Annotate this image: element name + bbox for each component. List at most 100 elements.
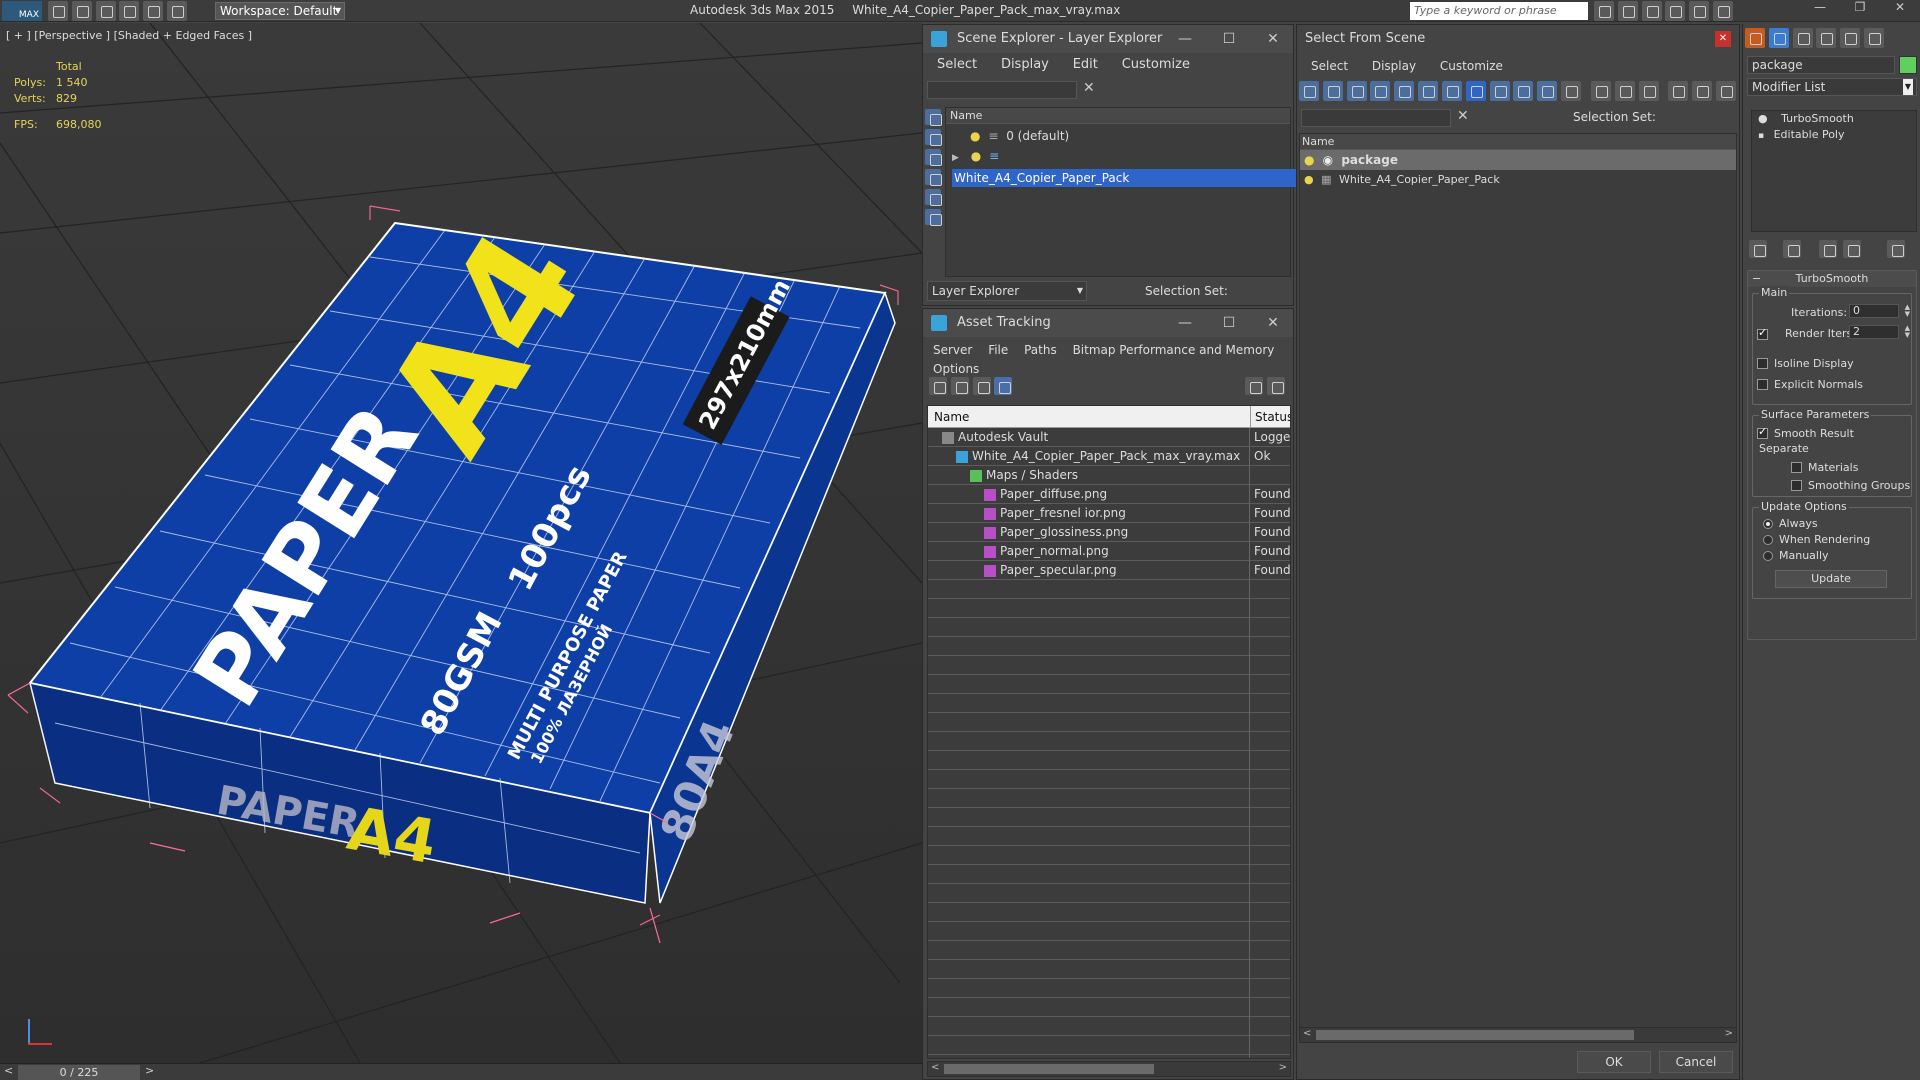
layer-row-default[interactable]: ● ≡ 0 (default)	[946, 126, 1290, 146]
scrollbar-thumb[interactable]	[1316, 1030, 1634, 1040]
asset-row[interactable]: Paper_fresnel ior.png Found	[928, 504, 1290, 523]
display-lights-icon[interactable]	[925, 169, 942, 186]
col-name-header[interactable]: Name	[928, 410, 969, 424]
name-column-header[interactable]: Name	[946, 108, 1290, 124]
always-radio[interactable]: Always	[1763, 516, 1818, 530]
menu-customize[interactable]: Customize	[1430, 55, 1513, 77]
time-slider[interactable]: < 0 / 225 >	[0, 1063, 922, 1080]
display-none-icon[interactable]	[925, 109, 942, 126]
select-horizontal-scrollbar[interactable]: < >	[1299, 1027, 1737, 1043]
favorites-star-icon[interactable]	[1665, 1, 1686, 21]
expand-arrow-icon[interactable]: ▶	[952, 153, 959, 163]
iterations-spinner[interactable]: 0 ▲ ▼	[1849, 304, 1910, 318]
manually-radio[interactable]: Manually	[1763, 548, 1829, 562]
workspace-dropdown[interactable]: Workspace: Default ▼	[215, 2, 345, 20]
remove-modifier-icon[interactable]	[1843, 240, 1861, 258]
filter-shapes-icon[interactable]	[1322, 81, 1343, 101]
restore-window-icon[interactable]: ❐	[1840, 0, 1880, 22]
render-iters-checkbox[interactable]	[1757, 326, 1774, 341]
hierarchy-icon[interactable]	[1692, 81, 1713, 101]
ok-button[interactable]: OK	[1577, 1051, 1651, 1073]
select-all-icon[interactable]	[1590, 81, 1611, 101]
list-view-icon[interactable]	[950, 377, 969, 395]
layer-row-paper-pack[interactable]: ▶ ● ≡ White_A4_Copier_Paper_Pack	[946, 146, 1310, 187]
minimize-icon[interactable]: —	[1163, 25, 1207, 53]
binoculars-icon[interactable]	[1594, 1, 1614, 21]
stack-item-turbosmooth[interactable]: ● TurboSmooth	[1752, 111, 1916, 127]
asset-horizontal-scrollbar[interactable]: < >	[927, 1061, 1291, 1077]
scroll-right-icon[interactable]: >	[1725, 1028, 1733, 1039]
filter-groups-icon[interactable]	[1441, 81, 1462, 101]
modify-tab-icon[interactable]	[1768, 28, 1789, 48]
scroll-left-icon[interactable]: <	[1303, 1028, 1311, 1039]
project-folder-icon[interactable]	[167, 1, 188, 21]
scrollbar-thumb[interactable]	[944, 1064, 1154, 1074]
utilities-tab-icon[interactable]	[1864, 28, 1885, 48]
menu-display[interactable]: Display	[1362, 55, 1426, 77]
refresh-icon[interactable]	[929, 377, 947, 395]
asset-row[interactable]: Paper_diffuse.png Found	[928, 485, 1290, 504]
subscription-icon[interactable]	[1617, 1, 1638, 21]
asset-row[interactable]: Paper_normal.png Found	[928, 542, 1290, 561]
clear-search-icon[interactable]: ✕	[1457, 108, 1469, 124]
asset-row[interactable]: White_A4_Copier_Paper_Pack_max_vray.max O…	[928, 447, 1290, 466]
next-frame-icon[interactable]: >	[145, 1064, 154, 1077]
menu-select[interactable]: Select	[927, 53, 987, 77]
menu-bitmap-performance[interactable]: Bitmap Performance and Memory	[1067, 341, 1281, 360]
clear-search-icon[interactable]: ✕	[1083, 80, 1095, 96]
scroll-right-icon[interactable]: >	[1279, 1062, 1287, 1073]
asset-row[interactable]: Paper_specular.png Found	[928, 561, 1290, 580]
app-logo[interactable]: MAX	[2, 1, 42, 21]
stack-item-editable-poly[interactable]: ▪ Editable Poly	[1752, 127, 1916, 143]
perspective-viewport[interactable]: A4 PAPER 297x210mm 100pcs 80GSM MULTI PU…	[0, 23, 922, 1063]
create-tab-icon[interactable]	[1745, 28, 1765, 48]
undo-icon[interactable]	[119, 1, 140, 21]
redo-icon[interactable]	[143, 1, 164, 21]
asset-row[interactable]: Autodesk Vault Logged	[928, 428, 1290, 447]
filter-cameras-icon[interactable]	[1370, 81, 1391, 101]
menu-edit[interactable]: Edit	[1063, 53, 1108, 77]
light-bulb-icon[interactable]: ●	[1304, 153, 1314, 167]
display-tab-icon[interactable]	[1840, 28, 1861, 48]
scene-row-package[interactable]: ● ◉ package	[1300, 150, 1736, 170]
rollout-header[interactable]: − TurboSmooth	[1748, 271, 1916, 287]
display-helpers-icon[interactable]	[925, 209, 942, 226]
menu-file[interactable]: File	[982, 341, 1014, 360]
filter-xrefs-icon[interactable]	[1465, 81, 1486, 101]
modifier-bulb-icon[interactable]: ●	[1758, 112, 1768, 125]
light-bulb-icon[interactable]: ●	[1304, 173, 1314, 186]
menu-server[interactable]: Server	[927, 341, 978, 360]
explicit-normals-checkbox[interactable]: Explicit Normals	[1757, 377, 1863, 391]
expand-plus-icon[interactable]: ▪	[1758, 131, 1764, 141]
materials-checkbox[interactable]: Materials	[1791, 460, 1858, 474]
table-view-icon[interactable]	[994, 377, 1013, 395]
select-from-scene-titlebar[interactable]: Select From Scene ✕	[1297, 25, 1739, 53]
new-file-icon[interactable]	[48, 1, 68, 21]
light-bulb-icon[interactable]: ●	[971, 149, 981, 163]
motion-tab-icon[interactable]	[1816, 28, 1837, 48]
filter-lights-icon[interactable]	[1346, 81, 1367, 101]
scene-row-paper-pack[interactable]: ● ▦ White_A4_Copier_Paper_Pack	[1300, 170, 1736, 190]
display-cameras-icon[interactable]	[925, 189, 942, 206]
filter-helpers-icon[interactable]	[1394, 81, 1415, 101]
show-end-result-icon[interactable]	[1783, 240, 1801, 258]
minimize-icon[interactable]: —	[1163, 309, 1207, 337]
close-icon[interactable]: ✕	[1251, 309, 1295, 337]
filter-geometry-icon[interactable]	[1299, 81, 1319, 101]
display-geometry-icon[interactable]	[925, 129, 942, 146]
select-invert-icon[interactable]	[1638, 81, 1659, 101]
pin-stack-icon[interactable]	[1749, 240, 1767, 258]
when-rendering-radio[interactable]: When Rendering	[1763, 532, 1870, 546]
asset-row[interactable]: Paper_glossiness.png Found	[928, 523, 1290, 542]
object-color-swatch[interactable]	[1899, 56, 1917, 74]
asset-row[interactable]: Maps / Shaders	[928, 466, 1290, 485]
collapse-icon[interactable]	[1716, 81, 1737, 101]
smooth-result-checkbox[interactable]: Smooth Result	[1757, 425, 1854, 440]
scroll-left-icon[interactable]: <	[931, 1062, 939, 1073]
scene-explorer-search[interactable]	[927, 81, 1077, 99]
name-column-header[interactable]: Name	[1300, 134, 1736, 150]
menu-select[interactable]: Select	[1301, 55, 1358, 77]
spinner-arrows-icon[interactable]: ▲ ▼	[1905, 304, 1910, 318]
object-name-field[interactable]: package	[1747, 56, 1895, 74]
light-bulb-icon[interactable]: ●	[970, 129, 980, 143]
